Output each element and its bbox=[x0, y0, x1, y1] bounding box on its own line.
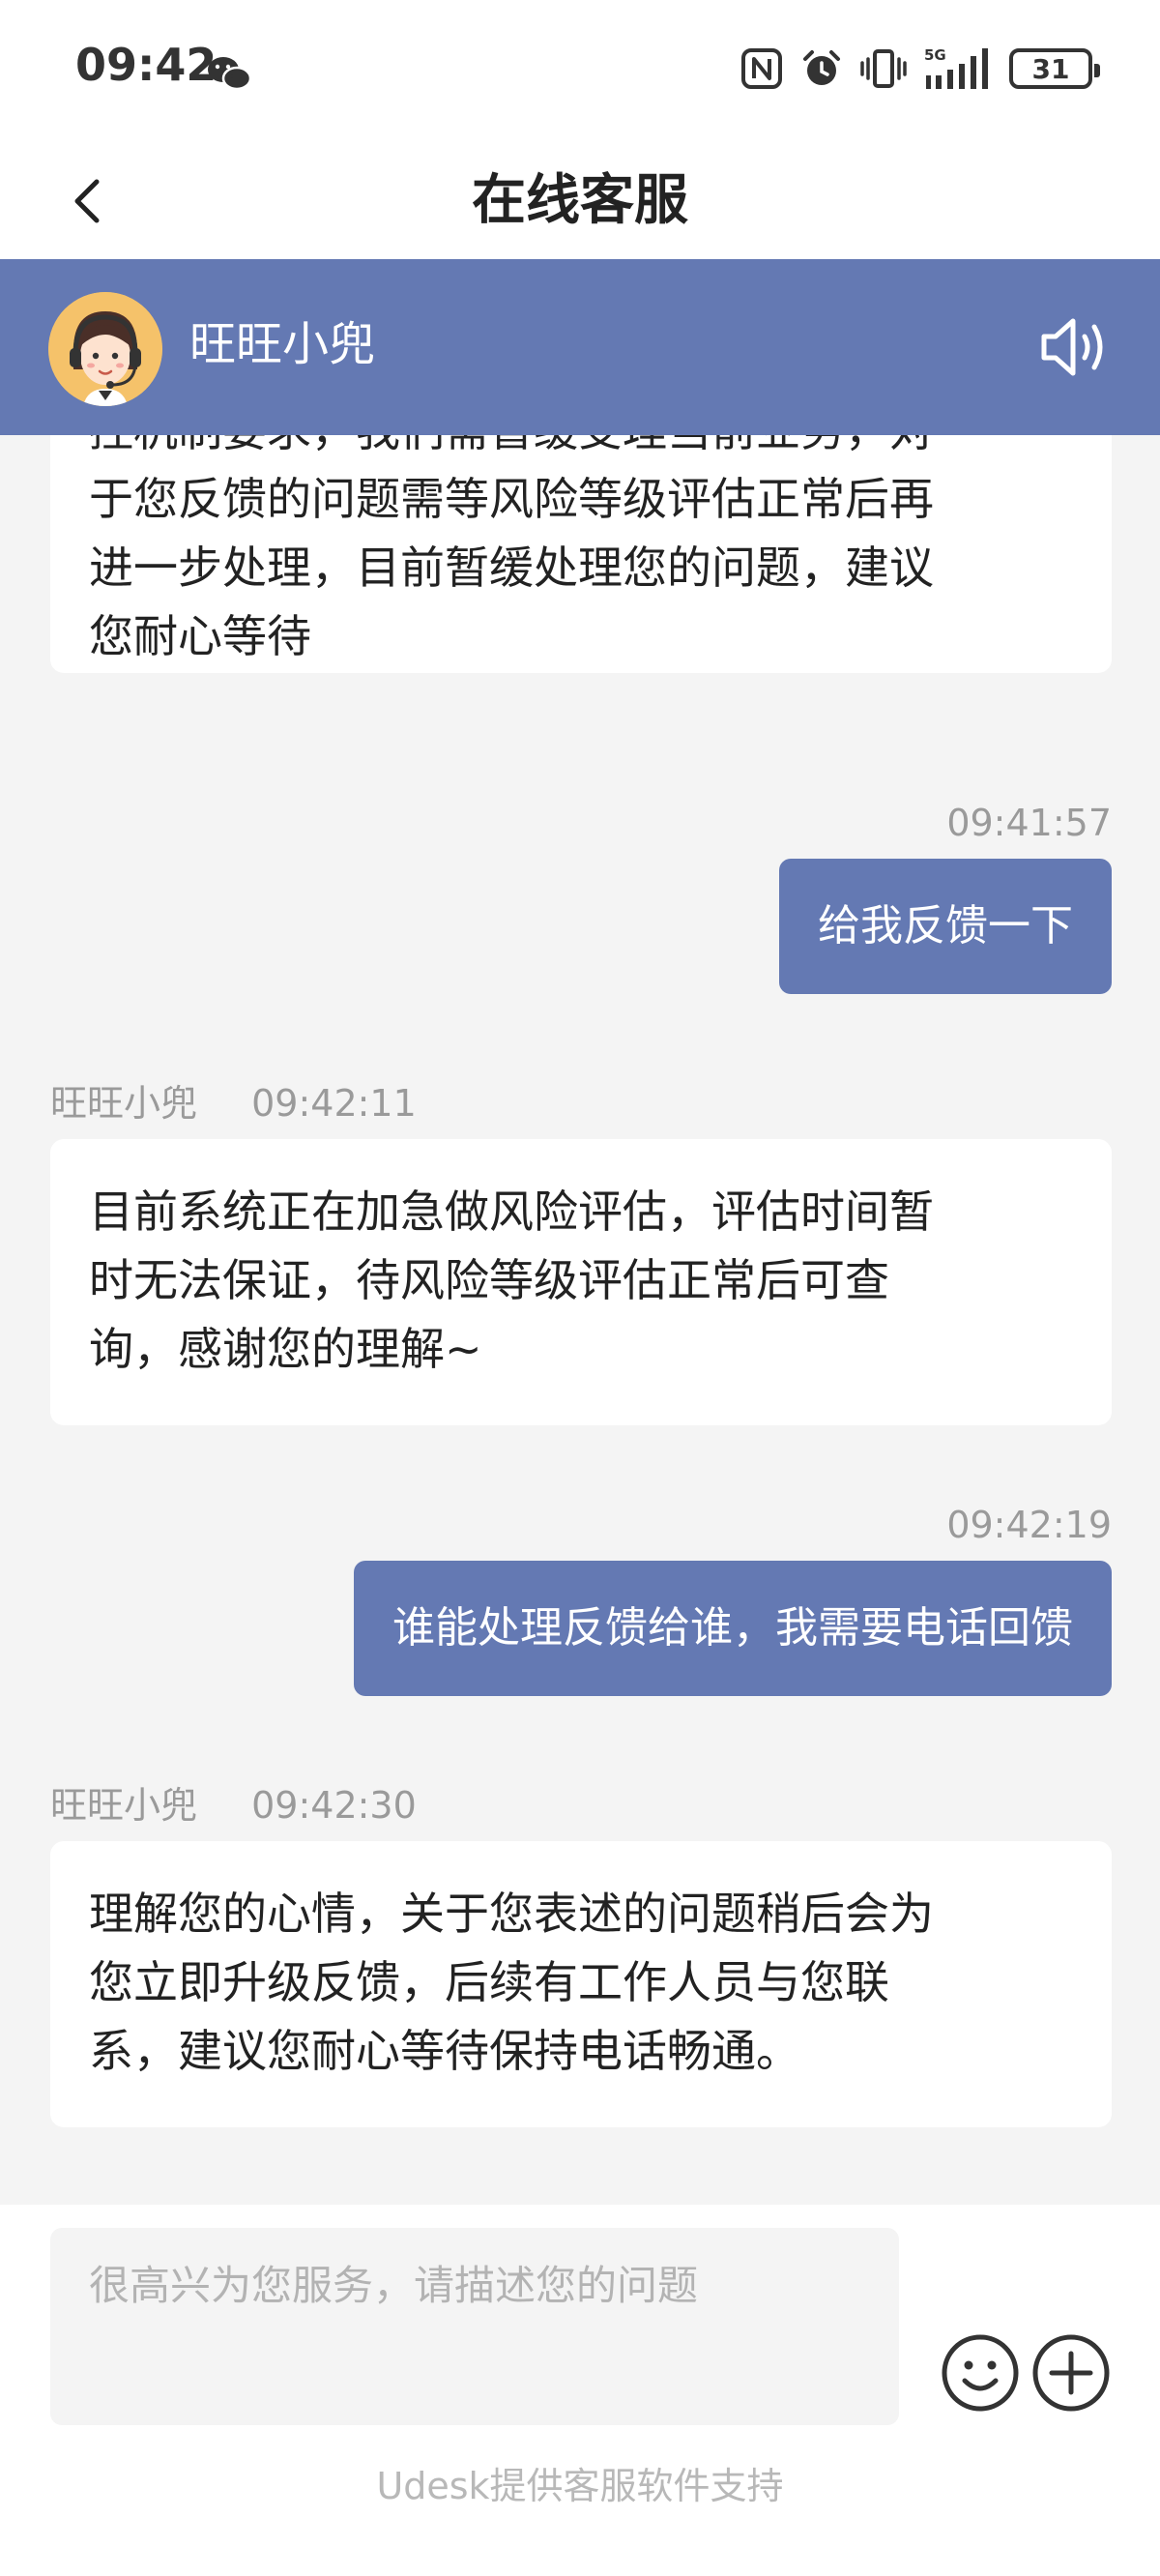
message-sender: 旺旺小兜 bbox=[50, 1082, 198, 1125]
message-line: 您立即升级反馈，后续有工作人员与您联 bbox=[89, 1956, 889, 2008]
battery-indicator: 31 bbox=[1009, 48, 1100, 89]
agent-name: 旺旺小兜 bbox=[189, 317, 376, 371]
message-timestamp: 09:42:19 bbox=[946, 1504, 1112, 1546]
status-time: 09:42 bbox=[75, 39, 218, 91]
message-line: 您耐心等待 bbox=[89, 610, 311, 662]
wechat-icon bbox=[208, 57, 251, 91]
message-line: 理解您的心情，关于您表述的问题稍后会为 bbox=[89, 1888, 934, 1940]
footer-credit: Udesk提供客服软件支持 bbox=[376, 2465, 784, 2507]
message-timestamp: 09:42:11 bbox=[251, 1082, 417, 1125]
smiley-icon[interactable] bbox=[940, 2332, 1021, 2414]
status-bar: 09:42 5G 31 bbox=[0, 0, 1160, 143]
message-bubble-agent: 控机制要求，我们需暂缓受理当前业务，对 于您反馈的问题需等风险等级评估正常后再 … bbox=[50, 435, 1112, 673]
chat-messages[interactable]: 控机制要求，我们需暂缓受理当前业务，对 于您反馈的问题需等风险等级评估正常后再 … bbox=[0, 435, 1160, 2205]
message-line: 时无法保证，待风险等级评估正常后可查 bbox=[89, 1254, 889, 1306]
message-line: 于您反馈的问题需等风险等级评估正常后再 bbox=[89, 473, 934, 525]
message-timestamp: 09:41:57 bbox=[946, 802, 1112, 844]
message-sender: 旺旺小兜 bbox=[50, 1784, 198, 1827]
alarm-icon bbox=[803, 50, 840, 85]
message-bubble-agent: 目前系统正在加急做风险评估，评估时间暂 时无法保证，待风险等级评估正常后可查 询… bbox=[50, 1139, 1112, 1425]
vibrate-icon bbox=[860, 49, 907, 88]
input-area: Udesk提供客服软件支持 bbox=[0, 2205, 1160, 2576]
message-timestamp: 09:42:30 bbox=[251, 1784, 417, 1827]
message-line: 控机制要求，我们需暂缓受理当前业务，对 bbox=[89, 435, 1073, 465]
nav-bar: 在线客服 bbox=[0, 143, 1160, 259]
message-bubble-user: 谁能处理反馈给谁，我需要电话回馈 bbox=[354, 1561, 1112, 1696]
agent-avatar bbox=[48, 292, 162, 406]
message-line: 询，感谢您的理解~ bbox=[89, 1323, 482, 1375]
message-bubble-agent: 理解您的心情，关于您表述的问题稍后会为 您立即升级反馈，后续有工作人员与您联 系… bbox=[50, 1841, 1112, 2127]
message-line: 目前系统正在加急做风险评估，评估时间暂 bbox=[89, 1186, 934, 1238]
agent-header: 旺旺小兜 bbox=[0, 259, 1160, 435]
message-input[interactable] bbox=[50, 2228, 899, 2425]
message-meta: 旺旺小兜 09:42:30 bbox=[50, 1781, 417, 1830]
network-label: 5G bbox=[924, 46, 946, 64]
message-bubble-user: 给我反馈一下 bbox=[779, 859, 1112, 994]
nfc-icon bbox=[741, 48, 782, 89]
status-icons: 5G 31 bbox=[740, 44, 1100, 93]
page-title: 在线客服 bbox=[472, 169, 688, 232]
signal-icon: 5G bbox=[924, 46, 988, 89]
plus-circle-icon[interactable] bbox=[1030, 2332, 1112, 2414]
message-line: 系，建议您耐心等待保持电话畅通。 bbox=[89, 2025, 800, 2077]
message-line: 进一步处理，目前暂缓处理您的问题，建议 bbox=[89, 542, 934, 594]
message-meta: 旺旺小兜 09:42:11 bbox=[50, 1079, 417, 1127]
speaker-icon[interactable] bbox=[1036, 309, 1112, 385]
